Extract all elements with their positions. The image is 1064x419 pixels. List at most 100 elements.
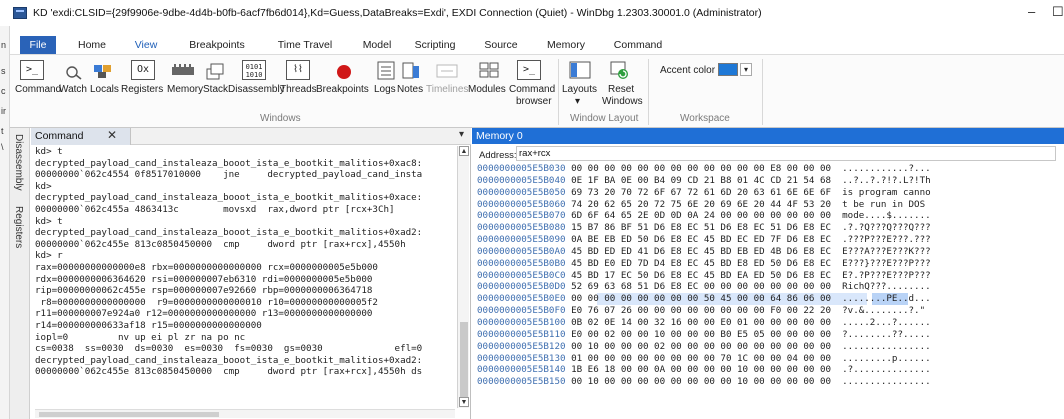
memory-address: 0000000005E5B070: [477, 210, 566, 222]
layouts-dropdown-icon[interactable]: ▾: [575, 96, 580, 107]
scrollbar-thumb[interactable]: [460, 322, 468, 402]
command-horizontal-scrollbar[interactable]: [35, 409, 455, 418]
threads-icon[interactable]: ⌇⌇: [286, 60, 310, 80]
memory-row: 0000000005E5B100 0B 02 0E 14 00 32 16 00…: [477, 317, 1057, 329]
accent-color-swatch[interactable]: [718, 63, 738, 76]
logs-icon[interactable]: [374, 60, 398, 80]
tab-breakpoints[interactable]: Breakpoints: [182, 36, 252, 54]
modules-button[interactable]: Modules: [468, 84, 506, 95]
registers-button[interactable]: Registers: [121, 84, 163, 95]
reset-button-label-second[interactable]: Windows: [602, 96, 643, 107]
command-browser-button[interactable]: Command: [509, 84, 555, 95]
memory-hex-bytes: 1B E6 18 00 00 0A 00 00 00 00 10 00 00 0…: [571, 364, 832, 376]
memory-address: 0000000005E5B150: [477, 376, 566, 388]
memory-ascii: ?v.&........?.": [842, 305, 931, 317]
memory-address: 0000000005E5B100: [477, 316, 566, 328]
locals-button[interactable]: Locals: [90, 84, 119, 95]
memory-address: 0000000005E5B0E0: [477, 293, 566, 305]
reset-button[interactable]: Reset: [608, 84, 634, 95]
command-output-line: 00000000`062c455a 4863413c movsxd rax,dw…: [35, 203, 395, 215]
tab-home[interactable]: Home: [70, 36, 114, 54]
side-tab-disassembly[interactable]: Disassembly: [13, 134, 24, 191]
breakpoints-icon[interactable]: [332, 60, 356, 80]
memory-address: 0000000005E5B050: [477, 186, 566, 198]
memory-row: 0000000005E5B0B0 45 BD E0 ED 7D D4 E8 EC…: [477, 258, 1057, 270]
memory-ascii: ................: [842, 340, 931, 352]
command-browser-icon[interactable]: >_: [517, 60, 541, 80]
command-output[interactable]: kd> t decrypted_payload_cand_instaleaza_b…: [35, 146, 455, 408]
command-output-line: kd> t: [35, 146, 63, 157]
command-button[interactable]: Command: [15, 84, 61, 95]
maximize-button[interactable]: ☐: [1052, 4, 1064, 20]
memory-ascii: E?.?P???E???P???: [842, 269, 931, 281]
memory-ascii: ............?...: [842, 163, 931, 174]
scrollbar-thumb[interactable]: [39, 412, 219, 417]
command-vertical-scrollbar[interactable]: ▲ ▼: [457, 146, 469, 408]
address-input[interactable]: [516, 146, 1056, 161]
scroll-up-icon[interactable]: ▲: [459, 146, 469, 156]
tab-view[interactable]: View: [128, 36, 164, 54]
command-icon[interactable]: >_: [20, 60, 44, 80]
reset-icon[interactable]: [608, 60, 632, 80]
tab-command[interactable]: Command: [610, 36, 666, 54]
accent-color-dropdown-icon[interactable]: ▾: [740, 63, 752, 76]
sliver-char: n: [1, 40, 7, 50]
logs-button[interactable]: Logs: [374, 84, 396, 95]
tab-command-window[interactable]: Command ✕: [31, 128, 131, 145]
memory-hex-bytes: 0A BE EB ED 50 D6 E8 EC 45 BD EC ED 7F D…: [571, 234, 832, 246]
memory-hex-bytes: 00 10 00 00 00 02 00 00 00 00 00 00 00 0…: [571, 340, 832, 352]
tab-file[interactable]: File: [20, 36, 56, 54]
memory-icon[interactable]: [171, 60, 195, 80]
memory-grid[interactable]: 0000000005E5B030 00 00 00 00 00 00 00 00…: [477, 163, 1057, 388]
tab-time-travel[interactable]: Time Travel: [268, 36, 342, 54]
close-icon[interactable]: ✕: [107, 128, 117, 142]
watch-icon[interactable]: [62, 60, 86, 80]
memory-button[interactable]: Memory: [167, 84, 203, 95]
memory-hex-bytes: E0 76 07 26 00 00 00 00 00 00 00 00 F0 0…: [571, 305, 832, 317]
memory-address: 0000000005E5B040: [477, 174, 566, 186]
layouts-icon[interactable]: [568, 60, 592, 80]
memory-address: 0000000005E5B0F0: [477, 305, 566, 317]
memory-row: 0000000005E5B080 15 B7 86 BF 51 D6 E8 EC…: [477, 222, 1057, 234]
memory-ascii: ................: [842, 376, 931, 388]
memory-hex-bytes: 0B 02 0E 14 00 32 16 00 00 E0 01 00 00 0…: [571, 316, 832, 328]
notes-button[interactable]: Notes: [397, 84, 423, 95]
memory-row: 0000000005E5B110 E0 00 02 00 00 10 00 00…: [477, 329, 1057, 341]
pane-options-icon[interactable]: ▾: [459, 129, 464, 140]
memory-ascii: RichQ???........: [842, 281, 931, 293]
command-browser-label-second[interactable]: browser: [516, 96, 552, 107]
group-separator: [648, 59, 649, 125]
threads-button[interactable]: Threads: [280, 84, 317, 95]
command-output-line: kd> r: [35, 250, 63, 262]
memory-hex-bytes: 52 69 63 68 51 D6 E8 EC 00 00 00 00 00 0…: [571, 281, 832, 293]
tab-model[interactable]: Model: [358, 36, 396, 54]
minimize-button[interactable]: –: [1028, 4, 1035, 19]
stack-button[interactable]: Stack: [203, 84, 228, 95]
memory-row: 0000000005E5B0F0 E0 76 07 26 00 00 00 00…: [477, 305, 1057, 317]
memory-hex-bytes: 45 BD E0 ED 7D D4 E8 EC 45 BD E8 ED 50 D…: [571, 257, 832, 269]
side-tab-registers[interactable]: Registers: [13, 206, 24, 248]
timelines-icon: [435, 60, 459, 80]
command-output-line: rip=00000000062c455e rsp=000000007e92660…: [35, 285, 373, 297]
stack-icon[interactable]: [203, 60, 227, 80]
breakpoints-button[interactable]: Breakpoints: [316, 84, 369, 95]
locals-icon[interactable]: [92, 60, 116, 80]
tab-scripting[interactable]: Scripting: [410, 36, 460, 54]
watch-button[interactable]: Watch: [59, 84, 87, 95]
layouts-button[interactable]: Layouts: [562, 84, 597, 95]
memory-pane-header[interactable]: Memory 0: [472, 128, 1064, 144]
scroll-down-icon[interactable]: ▼: [459, 397, 469, 407]
disassembly-icon[interactable]: 0101 1010: [242, 60, 266, 80]
tab-memory[interactable]: Memory: [542, 36, 590, 54]
modules-icon[interactable]: [477, 60, 501, 80]
sliver-char: s: [1, 66, 6, 76]
memory-ascii: .?..............: [842, 364, 931, 376]
disassembly-button[interactable]: Disassembly: [228, 84, 285, 95]
memory-address: 0000000005E5B030: [477, 163, 566, 174]
registers-icon[interactable]: Ox: [131, 60, 155, 80]
group-label-workspace: Workspace: [680, 113, 730, 124]
notes-icon[interactable]: [400, 60, 424, 80]
memory-pane-title: Memory 0: [476, 130, 523, 142]
tab-source[interactable]: Source: [480, 36, 522, 54]
memory-address: 0000000005E5B110: [477, 328, 566, 340]
